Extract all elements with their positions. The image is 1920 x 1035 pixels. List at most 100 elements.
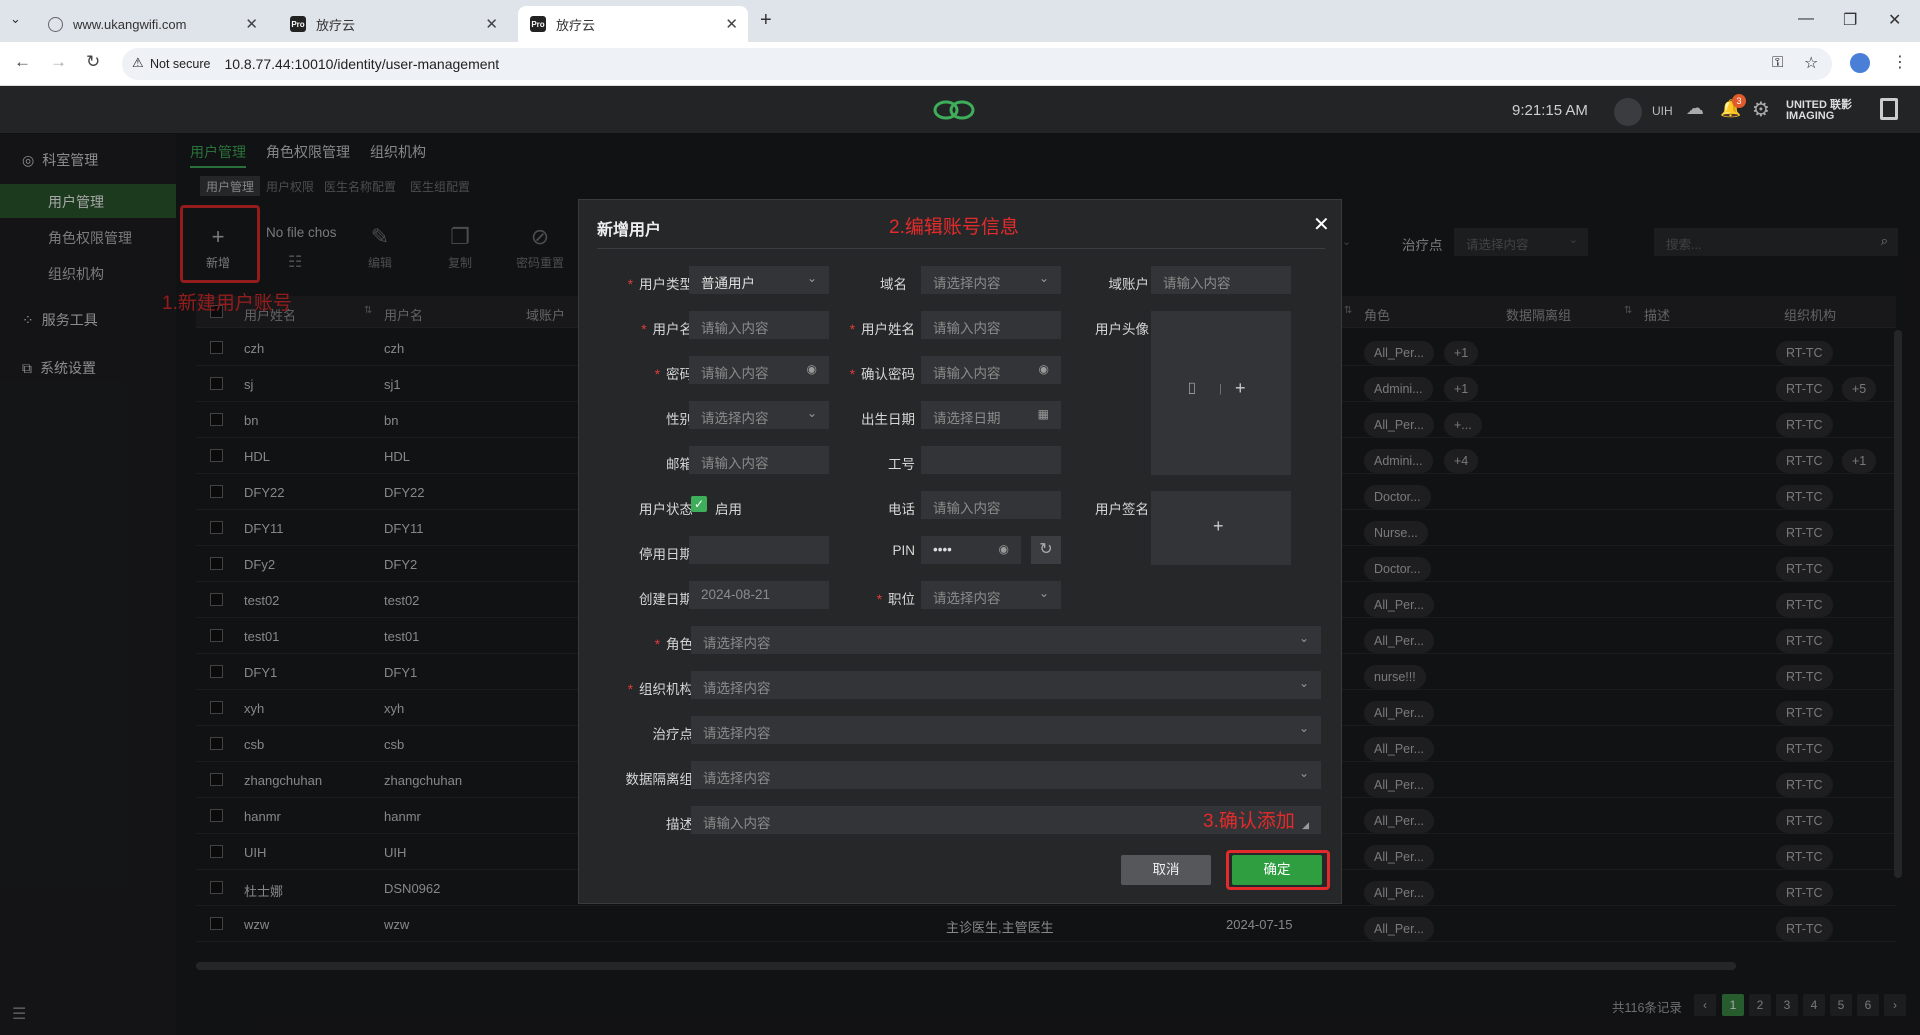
browser-tab-fangliao-active[interactable]: Pro 放疗云 ✕: [518, 6, 748, 42]
resize-handle-icon[interactable]: ◢: [1302, 820, 1309, 831]
forward-icon[interactable]: →: [50, 52, 67, 72]
app-header: 9:21:15 AM UIH ☁ 🔔 3 ⚙ UNITED 联影 IMAGING: [0, 86, 1920, 134]
tab-close-icon[interactable]: ✕: [725, 15, 738, 33]
email-placeholder: 请输入内容: [701, 456, 769, 471]
job-number-input[interactable]: [921, 446, 1061, 474]
username-input[interactable]: 请输入内容: [689, 311, 829, 339]
browser-tab-ukangwifi[interactable]: www.ukangwifi.com ✕: [36, 6, 268, 42]
address-bar: ← → ↻ ⚠ Not secure 10.8.77.44:10010/iden…: [0, 42, 1920, 86]
org-select[interactable]: 请选择内容 ⌄: [691, 671, 1321, 699]
description-label: 描述: [666, 817, 693, 832]
warning-icon: ⚠: [132, 55, 144, 70]
brand-line2: IMAGING: [1786, 110, 1835, 122]
password-input[interactable]: 请输入内容 ◉: [689, 356, 829, 384]
phone-input[interactable]: 请输入内容: [921, 491, 1061, 519]
birth-date-picker[interactable]: 请选择日期 ▦: [921, 401, 1061, 429]
chevron-down-icon: ⌄: [1298, 631, 1309, 645]
domain-account-input[interactable]: 请输入内容: [1151, 266, 1291, 294]
signature-label: 用户签名: [1095, 502, 1149, 517]
eye-icon[interactable]: ◉: [999, 542, 1009, 556]
status-enabled-checkbox[interactable]: ✓: [691, 496, 707, 512]
annotation-step2: 2.编辑账号信息: [889, 217, 1019, 238]
more-menu-icon[interactable]: ⋮: [1892, 52, 1908, 72]
chevron-down-icon: ⌄: [806, 271, 817, 285]
disable-date-input[interactable]: [689, 536, 829, 564]
clock-time: 9:21:15 AM: [1512, 102, 1588, 119]
separator: |: [1219, 383, 1222, 395]
close-icon[interactable]: ✕: [1313, 212, 1330, 237]
pin-value: ••••: [933, 542, 952, 557]
disable-date-label: 停用日期: [639, 547, 693, 562]
eye-icon[interactable]: ◉: [1039, 362, 1049, 376]
user-type-select[interactable]: 普通用户 ⌄: [689, 266, 829, 294]
key-icon[interactable]: ⚿: [1772, 54, 1783, 71]
gender-placeholder: 请选择内容: [701, 411, 769, 426]
signature-upload[interactable]: +: [1151, 491, 1291, 565]
job-number-label: 工号: [888, 457, 915, 472]
pin-input[interactable]: •••• ◉: [921, 536, 1021, 564]
refresh-pin-icon[interactable]: ↻: [1031, 536, 1061, 564]
chevron-down-icon: ⌄: [1038, 586, 1049, 600]
isolation-group-label: 数据隔离组: [625, 772, 694, 787]
treatment-placeholder: 请选择内容: [703, 726, 771, 741]
tab-close-icon[interactable]: ✕: [485, 15, 498, 33]
fullname-placeholder: 请输入内容: [933, 321, 1001, 336]
back-icon[interactable]: ←: [14, 52, 31, 72]
email-label: 邮箱: [666, 457, 693, 472]
reload-icon[interactable]: ↻: [86, 52, 100, 72]
tab-label: www.ukangwifi.com: [73, 16, 187, 32]
brand-mark-icon: [1880, 98, 1898, 120]
gear-icon[interactable]: ⚙: [1752, 97, 1770, 122]
browser-tab-fangliao-1[interactable]: Pro 放疗云 ✕: [278, 6, 508, 42]
not-secure-label: Not secure: [150, 57, 211, 71]
tab-close-icon[interactable]: ✕: [245, 15, 258, 33]
chevron-down-icon: ⌄: [1298, 721, 1309, 735]
phone-label: 电话: [888, 502, 915, 517]
user-avatar[interactable]: [1614, 98, 1642, 126]
cancel-button[interactable]: 取消: [1121, 855, 1211, 885]
tab-list-chevron-icon[interactable]: ⌄: [10, 11, 21, 27]
treatment-select[interactable]: 请选择内容 ⌄: [691, 716, 1321, 744]
birth-date-label: 出生日期: [861, 412, 915, 427]
fullname-input[interactable]: 请输入内容: [921, 311, 1061, 339]
domain-account-label: 域账户: [1108, 277, 1150, 292]
plus-icon[interactable]: +: [1235, 378, 1246, 399]
new-tab-icon[interactable]: +: [760, 9, 772, 32]
minimize-icon[interactable]: —: [1798, 10, 1814, 28]
restore-icon[interactable]: ❐: [1843, 10, 1857, 30]
isolation-group-placeholder: 请选择内容: [703, 771, 771, 786]
confirm-password-placeholder: 请输入内容: [933, 366, 1001, 381]
position-label: * 职位: [876, 592, 915, 607]
domain-select[interactable]: 请选择内容 ⌄: [921, 266, 1061, 294]
avatar-upload[interactable]: ⌷ | +: [1151, 311, 1291, 475]
browser-tab-bar: ⌄ www.ukangwifi.com ✕ Pro 放疗云 ✕ Pro 放疗云 …: [0, 0, 1920, 42]
bookmark-star-icon[interactable]: ☆: [1804, 53, 1818, 73]
isolation-group-select[interactable]: 请选择内容 ⌄: [691, 761, 1321, 789]
cloud-icon[interactable]: ☁: [1686, 98, 1704, 119]
gender-select[interactable]: 请选择内容 ⌄: [689, 401, 829, 429]
username-label-text: 用户名: [652, 322, 694, 337]
confirm-password-input[interactable]: 请输入内容 ◉: [921, 356, 1061, 384]
role-placeholder: 请选择内容: [703, 636, 771, 651]
position-select[interactable]: 请选择内容 ⌄: [921, 581, 1061, 609]
email-input[interactable]: 请输入内容: [689, 446, 829, 474]
omnibox[interactable]: ⚠ Not secure 10.8.77.44:10010/identity/u…: [122, 48, 1832, 80]
confirm-password-label-text: 确认密码: [861, 367, 915, 382]
plus-icon[interactable]: +: [1213, 516, 1224, 537]
role-label: * 角色: [654, 637, 693, 652]
role-select[interactable]: 请选择内容 ⌄: [691, 626, 1321, 654]
pin-label: PIN: [892, 543, 915, 558]
dialog-divider: [597, 248, 1325, 249]
user-type-label-text: 用户类型: [639, 277, 693, 292]
calendar-icon[interactable]: ▦: [1038, 407, 1049, 421]
username-label: * 用户名: [641, 322, 694, 337]
created-date-input: 2024-08-21: [689, 581, 829, 609]
camera-icon[interactable]: ⌷: [1187, 381, 1197, 399]
close-window-icon[interactable]: ✕: [1888, 10, 1901, 30]
chevron-down-icon: ⌄: [1298, 766, 1309, 780]
annotation-step3: 3.确认添加: [1203, 811, 1295, 832]
confirm-password-label: * 确认密码: [849, 367, 915, 382]
profile-avatar-icon[interactable]: [1850, 53, 1870, 73]
tab-label: 放疗云: [316, 17, 356, 33]
phone-placeholder: 请输入内容: [933, 501, 1001, 516]
